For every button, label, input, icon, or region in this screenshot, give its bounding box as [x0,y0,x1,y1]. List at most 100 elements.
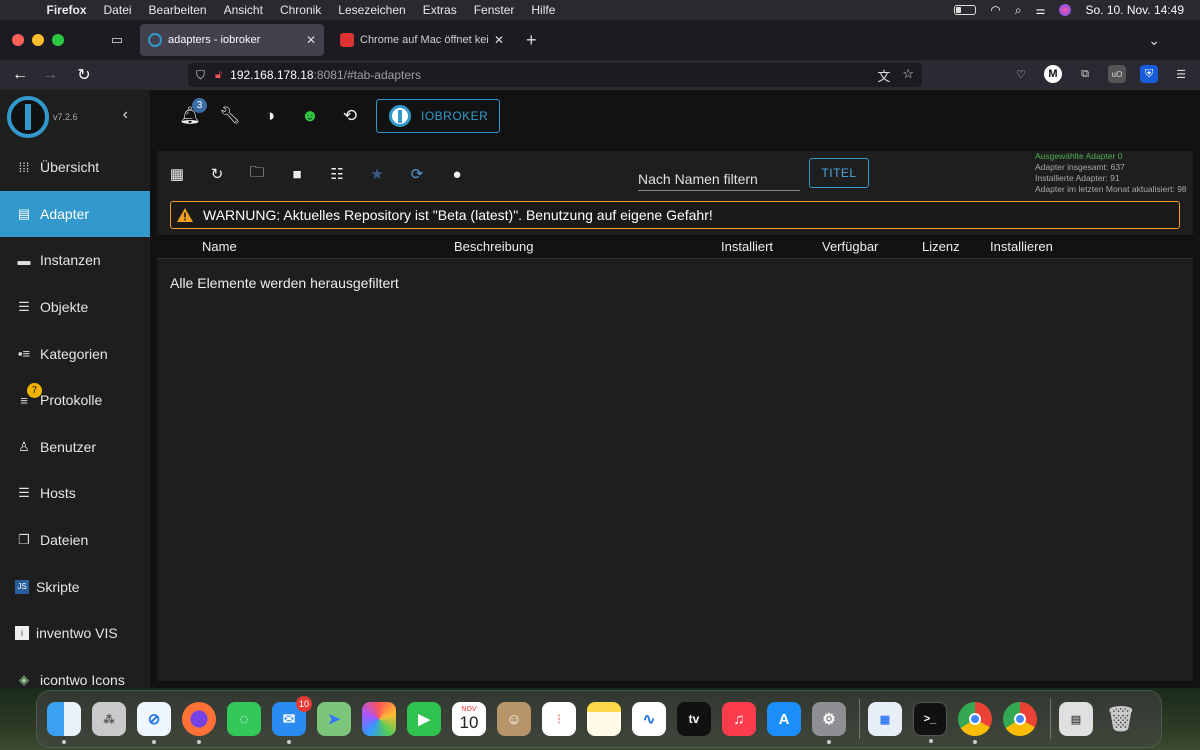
translate-icon[interactable]: 文 [877,66,890,85]
menubar-clock[interactable]: So. 10. Nov. 14:49 [1085,3,1184,17]
sidebar-item-adapter[interactable]: ▤ Adapter [0,190,150,238]
column-header-name[interactable]: Name [202,239,237,254]
column-header-installieren[interactable]: Installieren [990,239,1053,254]
system-settings-icon[interactable]: ⚙ [812,702,846,744]
list-all-tabs-icon[interactable]: ⌄ [1148,32,1160,49]
iobroker-logo[interactable] [7,96,49,138]
refresh-icon[interactable]: ↻ [197,165,237,183]
apple-tv-icon[interactable]: tv [677,702,711,736]
back-icon[interactable]: ← [5,66,35,84]
launchpad-icon[interactable]: ⁂ [92,702,126,736]
browser-tab-chrome[interactable]: Chrome auf Mac öffnet keine Le ✕ [332,24,512,56]
close-tab-icon[interactable]: ✕ [306,33,316,47]
menu-extras[interactable]: Extras [414,3,465,17]
reminders-icon[interactable]: ⋮ [542,702,576,736]
url-bar[interactable]: ⛉ 🔓︎ 192.168.178.18:8081/#tab-adapters 文… [188,63,922,87]
sidebar-item-protokolle[interactable]: ≡ 7 Protokolle [0,377,150,424]
notes-icon[interactable] [587,702,621,736]
wifi-icon[interactable]: ◠ [990,3,1000,17]
name-filter-input[interactable]: Nach Namen filtern [638,169,800,191]
list-view-icon[interactable]: ☷ [317,165,357,183]
pocket-icon[interactable]: ♡ [1012,65,1030,83]
sidebar-item-instanzen[interactable]: ▬ Instanzen [0,237,150,284]
sidebar-item-label: Skripte [36,578,80,595]
folder-open-icon[interactable]: 🗀︎ [237,162,277,187]
mail-icon[interactable]: ✉ 10 [272,696,312,744]
iobroker-brand-button[interactable]: IOBROKER [376,99,500,133]
sidebar-item-skripte[interactable]: JS Skripte [0,563,150,610]
finder-icon[interactable] [47,702,81,744]
freeform-icon[interactable]: ∿ [632,702,666,736]
account-m-icon[interactable]: M [1044,65,1062,83]
menu-hilfe[interactable]: Hilfe [523,3,564,17]
github-icon[interactable]: ● [437,166,477,183]
calculator-icon[interactable]: ▦ [868,702,902,736]
column-header-verfuegbar[interactable]: Verfügbar [822,239,878,254]
forward-icon[interactable]: → [35,66,65,84]
maps-icon[interactable]: ➤ [317,702,351,736]
app-menu-icon[interactable]: ☰ [1172,65,1190,83]
menu-bearbeiten[interactable]: Bearbeiten [140,3,215,17]
theme-toggle-icon[interactable]: ◑ [250,106,290,126]
browser-tab-adapters[interactable]: adapters - iobroker ✕ [140,24,324,56]
sidebar-item-kategorien[interactable]: ▪≡ Kategorien [0,330,150,377]
menu-firefox[interactable]: Firefox [38,3,95,17]
tab-overview-icon[interactable]: ▭ [102,32,132,48]
insecure-lock-icon[interactable]: 🔓︎ [215,69,222,82]
tracking-shield-icon[interactable]: ⛉ [196,68,205,83]
siri-icon[interactable] [1059,4,1072,16]
column-header-beschreibung[interactable]: Beschreibung [454,239,534,254]
expert-mode-icon[interactable]: ☻ [290,106,330,126]
check-updates-icon[interactable]: ⟳ [397,165,437,183]
ublock-icon[interactable]: uO [1108,65,1126,83]
sidebar-item-inventwo-vis[interactable]: i inventwo VIS [0,610,150,657]
photos-icon[interactable] [362,702,396,736]
extensions-puzzle-icon[interactable]: ⧉ [1076,65,1094,83]
sidebar-item-hosts[interactable]: ☰ Hosts [0,470,150,517]
sidebar-item-objekte[interactable]: ☰ Objekte [0,284,150,331]
sidebar-item-benutzer[interactable]: ♙ Benutzer [0,424,150,471]
menu-fenster[interactable]: Fenster [465,3,523,17]
sidebar-item-dateien[interactable]: ❐ Dateien [0,517,150,564]
favorites-star-icon[interactable]: ★ [357,165,397,183]
battery-icon[interactable] [954,5,977,15]
trash-icon[interactable]: 🗑︎ [1104,702,1138,736]
app-store-icon[interactable]: A [767,702,801,736]
safari-icon[interactable]: ⊘ [137,702,171,744]
spotlight-search-icon[interactable]: ⌕ [1015,3,1022,18]
music-icon[interactable]: ♫ [722,702,756,736]
minimize-window-button[interactable] [32,34,44,46]
sync-disabled-icon[interactable]: ⟲ [330,106,370,126]
zoom-window-button[interactable] [52,34,64,46]
terminal-icon[interactable]: >_ [913,702,947,743]
folder-closed-icon[interactable]: ■ [277,166,317,183]
bitwarden-icon[interactable]: ⛨ [1140,65,1158,83]
settings-wrench-icon[interactable]: 🔧︎ [210,106,250,126]
menu-lesezeichen[interactable]: Lesezeichen [330,3,414,17]
column-header-installiert[interactable]: Installiert [721,239,773,254]
menu-datei[interactable]: Datei [95,3,140,17]
new-tab-icon[interactable]: + [526,30,537,51]
control-center-icon[interactable]: ⚌ [1036,4,1046,17]
calendar-icon[interactable]: NOV 10 [452,702,486,736]
close-window-button[interactable] [12,34,24,46]
tile-view-icon[interactable]: ▦ [157,165,197,183]
bookmark-star-icon[interactable]: ☆ [902,66,914,85]
close-tab-icon[interactable]: ✕ [494,33,504,47]
notifications-bell-icon[interactable]: 🔔︎ 3 [170,98,210,126]
chrome-icon[interactable] [958,702,992,744]
messages-icon[interactable]: ◌ [227,702,261,736]
menu-ansicht[interactable]: Ansicht [215,3,271,17]
downloads-stack-icon[interactable]: ▤ [1059,702,1093,736]
firefox-icon[interactable] [182,702,216,744]
contacts-icon[interactable]: ☺ [497,702,531,736]
reload-icon[interactable]: ↻ [69,65,99,85]
title-sort-button[interactable]: TITEL [809,158,869,188]
facetime-icon[interactable]: ▶ [407,702,441,736]
sidebar-item-icontwo-icons[interactable]: ◈ icontwo Icons [0,657,150,688]
chrome-app-icon[interactable] [1003,702,1037,736]
sidebar-item-uebersicht[interactable]: ⁞⁞⁞ Übersicht [0,144,150,191]
column-header-lizenz[interactable]: Lizenz [922,239,960,254]
menu-chronik[interactable]: Chronik [271,3,329,17]
collapse-sidebar-icon[interactable]: ‹ [123,106,128,124]
